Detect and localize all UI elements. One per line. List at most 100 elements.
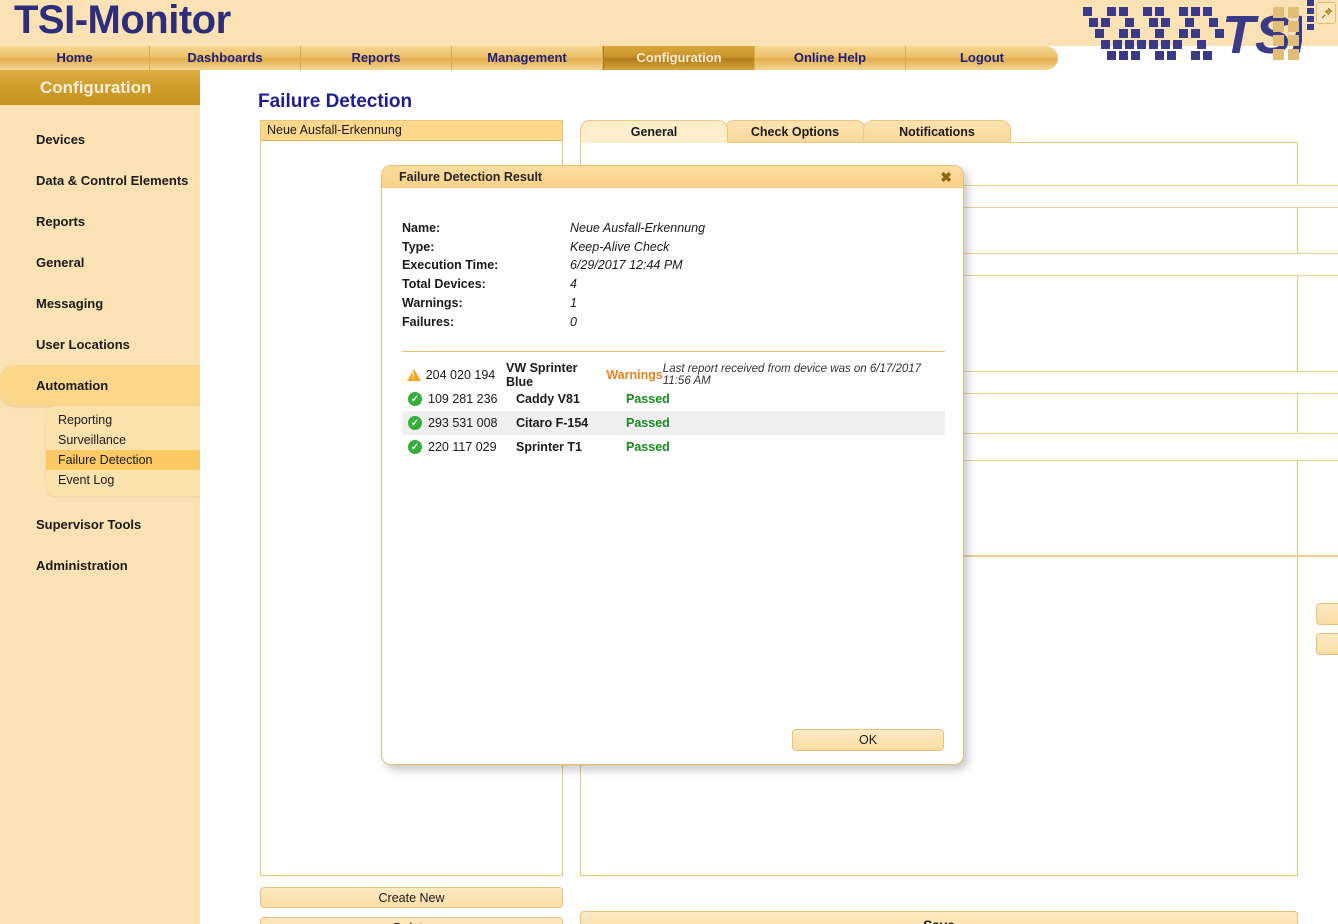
save-button[interactable]: Save: [580, 911, 1298, 924]
sidebar-item-messaging[interactable]: Messaging: [0, 283, 200, 324]
tsi-logo: TSI: [1067, 3, 1307, 65]
check-icon: ✓: [402, 416, 428, 430]
result-message: Last report received from device was on …: [662, 363, 922, 387]
device-id: 109 281 236: [428, 392, 498, 406]
sidebar-title: Configuration: [0, 70, 200, 105]
sidebar-item-label: Administration: [36, 558, 128, 573]
tsi-logo-graphic: TSI: [1083, 5, 1307, 65]
nav-label: Dashboards: [187, 50, 263, 65]
nav-item-reports[interactable]: Reports: [301, 46, 452, 70]
dialog-value-failures: 0: [570, 315, 577, 329]
check-icon: ✓: [402, 440, 428, 454]
status-badge: Warnings: [606, 368, 663, 382]
table-row: ✓ 293 531 008 Citaro F-154 Passed: [402, 411, 945, 435]
dialog-title: Failure Detection Result: [399, 170, 543, 184]
dialog-value-type: Keep-Alive Check: [570, 240, 670, 254]
tab-label: General: [630, 125, 678, 139]
device-id: 220 117 029: [428, 440, 497, 454]
sidebar-item-devices[interactable]: Devices: [0, 119, 200, 160]
sidebar-item-data-control-elements[interactable]: Data & Control Elements: [0, 160, 200, 201]
pushpin-glyph: [1321, 7, 1332, 18]
dialog-divider: [402, 351, 945, 352]
tab-notifications[interactable]: Notifications: [863, 120, 1011, 143]
sidebar-item-automation[interactable]: Automation: [0, 365, 212, 406]
nav-item-logout[interactable]: Logout: [906, 46, 1058, 70]
sidebar-item-label: Messaging: [36, 296, 104, 311]
sidebar-subitem-event-log[interactable]: Event Log: [46, 470, 212, 490]
nav-item-online-help[interactable]: Online Help: [755, 46, 906, 70]
sidebar-item-label: Supervisor Tools: [36, 517, 142, 532]
nav-label: Reports: [351, 50, 401, 65]
dialog-label-name: Name:: [402, 221, 441, 235]
nav-item-configuration[interactable]: Configuration: [603, 46, 755, 70]
main-nav: Home Dashboards Reports Management Confi…: [0, 46, 1058, 70]
nav-label: Online Help: [793, 50, 867, 65]
dialog-title-bar: Failure Detection Result ✖: [382, 166, 963, 188]
table-row: ✓ 220 117 029 Sprinter T1 Passed: [402, 435, 945, 459]
check-icon: ✓: [402, 392, 428, 406]
dialog-label-type: Type:: [402, 240, 435, 254]
dialog-value-name: Neue Ausfall-Erkennung: [570, 221, 706, 235]
sidebar-item-label: Data & Control Elements: [36, 173, 189, 188]
tab-bar: General Check Options Notifications: [580, 120, 1298, 143]
list-item[interactable]: Neue Ausfall-Erkennung: [261, 121, 562, 141]
nav-item-home[interactable]: Home: [0, 46, 150, 70]
sidebar-subitem-label: Reporting: [58, 413, 113, 427]
nav-label: Management: [487, 50, 567, 65]
view-result-button[interactable]: View Result: [1316, 633, 1338, 655]
status-badge: Passed: [626, 392, 670, 406]
tab-general[interactable]: General: [580, 120, 728, 143]
sidebar-item-user-locations[interactable]: User Locations: [0, 324, 200, 365]
sidebar-submenu-automation: Reporting Surveillance Failure Detection…: [46, 406, 212, 496]
ok-button[interactable]: OK: [792, 729, 944, 751]
device-id: 204 020 194: [425, 368, 496, 382]
status-badge: Passed: [626, 416, 670, 430]
device-name: Citaro F-154: [516, 416, 589, 430]
nav-item-management[interactable]: Management: [452, 46, 603, 70]
logo-edge-strip: [1307, 0, 1314, 30]
create-new-button[interactable]: Create New: [260, 887, 563, 908]
table-row: 204 020 194 VW Sprinter Blue Warnings La…: [402, 361, 945, 389]
tab-label: Notifications: [899, 125, 975, 139]
dialog-value-execution-time: 6/29/2017 12:44 PM: [570, 258, 683, 272]
close-icon[interactable]: ✖: [940, 166, 952, 188]
delete-button[interactable]: Delete: [260, 917, 563, 924]
sidebar-item-reports[interactable]: Reports: [0, 201, 200, 242]
device-id: 293 531 008: [428, 416, 498, 430]
nav-label: Logout: [959, 50, 1005, 65]
tab-check-options[interactable]: Check Options: [724, 120, 866, 143]
sidebar-item-administration[interactable]: Administration: [0, 545, 200, 586]
table-row: ✓ 109 281 236 Caddy V81 Passed: [402, 387, 945, 411]
dialog-value-warnings: 1: [570, 296, 577, 310]
sidebar-item-supervisor-tools[interactable]: Supervisor Tools: [0, 504, 200, 545]
device-name: VW Sprinter Blue: [505, 361, 578, 389]
app-header: TSI-Monitor TSI: [0, 0, 1338, 65]
app-brand-title: TSI-Monitor: [14, 0, 231, 42]
app-root: TSI-Monitor TSI Home Dashboards Reports …: [0, 0, 1338, 924]
dialog-label-failures: Failures:: [402, 315, 455, 329]
sidebar-subitem-reporting[interactable]: Reporting: [46, 410, 212, 430]
dialog-label-warnings: Warnings:: [402, 296, 463, 310]
list-item-label: Neue Ausfall-Erkennung: [267, 123, 402, 137]
start-job-button[interactable]: Start Job: [1316, 603, 1338, 625]
tab-label: Check Options: [750, 125, 840, 139]
sidebar-subitem-surveillance[interactable]: Surveillance: [46, 430, 212, 450]
warning-icon: [402, 369, 426, 381]
sidebar-item-label: Devices: [36, 132, 86, 147]
dialog-value-total-devices: 4: [570, 277, 577, 291]
device-name: Caddy V81: [516, 392, 580, 406]
failure-detection-result-dialog: Failure Detection Result ✖ Name: Neue Au…: [381, 165, 964, 765]
sidebar-item-label: User Locations: [36, 337, 130, 352]
sidebar-subitem-label: Failure Detection: [58, 453, 153, 467]
status-badge: Passed: [626, 440, 670, 454]
sidebar-subitem-label: Surveillance: [58, 433, 127, 447]
sidebar-item-label: Reports: [36, 214, 86, 229]
dialog-label-execution-time: Execution Time:: [402, 258, 499, 272]
dialog-label-total-devices: Total Devices:: [402, 277, 486, 291]
sidebar-subitem-label: Event Log: [58, 473, 115, 487]
sidebar-subitem-failure-detection[interactable]: Failure Detection: [46, 450, 212, 470]
sidebar-item-general[interactable]: General: [0, 242, 200, 283]
nav-item-dashboards[interactable]: Dashboards: [150, 46, 301, 70]
sidebar-item-label: General: [36, 255, 85, 270]
pushpin-icon[interactable]: [1316, 2, 1336, 24]
